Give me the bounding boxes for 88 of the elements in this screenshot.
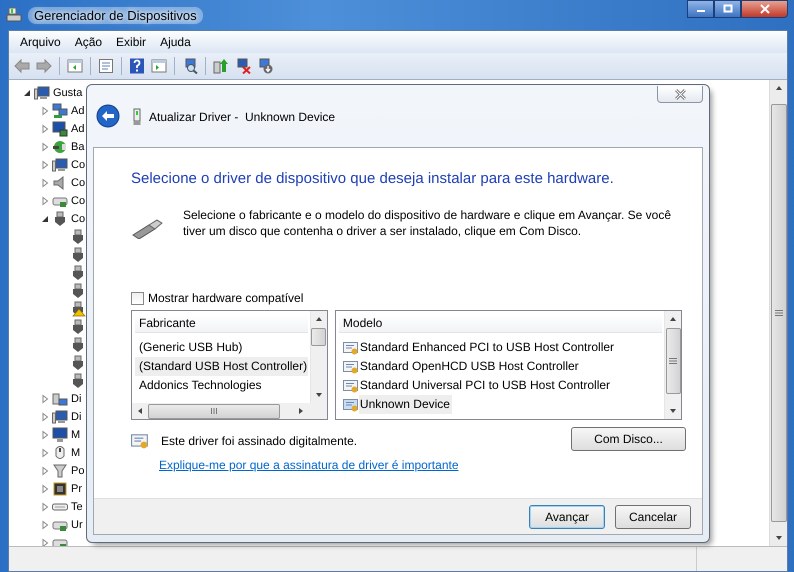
usb-plug-icon bbox=[70, 373, 86, 389]
usb-plug-icon bbox=[70, 265, 86, 281]
tree-item[interactable]: Co bbox=[71, 177, 86, 189]
list-item[interactable]: (Generic USB Hub) bbox=[135, 338, 308, 357]
port-icon bbox=[52, 463, 68, 479]
scroll-right-arrow-icon[interactable] bbox=[296, 407, 305, 415]
scroll-thumb[interactable] bbox=[311, 328, 326, 346]
certificate-icon bbox=[342, 378, 359, 394]
tree-item[interactable]: M bbox=[71, 429, 80, 441]
usb-warning-icon bbox=[70, 301, 86, 317]
computer-icon bbox=[52, 409, 68, 425]
certificate-icon bbox=[131, 432, 149, 450]
list-item[interactable]: Addonics Technologies bbox=[135, 376, 308, 395]
compatible-checkbox[interactable]: Mostrar hardware compatível bbox=[131, 291, 682, 305]
menu-item[interactable]: Exibir bbox=[109, 35, 154, 49]
list-item[interactable]: Unknown Device bbox=[358, 395, 452, 414]
scroll-up-arrow-icon[interactable] bbox=[774, 84, 782, 92]
heading: Selecione o driver de dispositivo que deseja instalar para este hardware. bbox=[131, 170, 615, 187]
scroll-up-arrow-icon[interactable] bbox=[669, 315, 677, 323]
back-button[interactable] bbox=[95, 104, 121, 130]
signature-status: Este driver foi assinado digitalmente. bbox=[161, 434, 358, 448]
maximize-icon bbox=[722, 4, 732, 14]
usb-cable-icon bbox=[131, 219, 163, 239]
close-icon bbox=[674, 88, 686, 100]
usb-plug-icon bbox=[70, 283, 86, 299]
network-adapter-icon bbox=[52, 103, 68, 119]
scroll-down-arrow-icon[interactable] bbox=[314, 391, 323, 399]
tree-item[interactable]: Pr bbox=[71, 483, 82, 495]
dialog-button[interactable]: Cancelar bbox=[615, 504, 691, 528]
scroll-left-arrow-icon[interactable] bbox=[136, 407, 144, 415]
tree-item[interactable]: Gusta bbox=[53, 87, 82, 99]
scroll-thumb[interactable] bbox=[770, 104, 786, 522]
scroll-up-arrow-icon[interactable] bbox=[314, 315, 323, 323]
tree-item[interactable]: Co bbox=[71, 213, 86, 225]
computer-icon bbox=[34, 85, 50, 101]
chip-icon bbox=[52, 481, 68, 497]
signature-link[interactable]: Explique-me por que a assinatura de driver é importante bbox=[159, 458, 458, 472]
maximize-button[interactable] bbox=[714, 0, 741, 18]
tree-item[interactable]: Co bbox=[71, 195, 86, 207]
description: Selecione o fabricante e o modelo do dispositivo de hardware e clique em Avançar. Se você tiver um disco que contenha o driver a ser instalado, clique em Com Disco. bbox=[182, 207, 672, 239]
scroll-thumb[interactable] bbox=[666, 328, 680, 394]
tree-item[interactable]: Te bbox=[71, 501, 83, 513]
dialog-button[interactable]: Avançar bbox=[529, 504, 605, 528]
certificate-icon bbox=[342, 396, 359, 412]
close-button[interactable] bbox=[657, 86, 703, 103]
tree-item[interactable]: Di bbox=[71, 393, 82, 405]
close-button[interactable] bbox=[741, 0, 788, 18]
scroll-down-arrow-icon[interactable] bbox=[774, 534, 782, 542]
minimize-button[interactable] bbox=[687, 0, 714, 18]
tree-item[interactable]: Po bbox=[71, 465, 84, 477]
list-item[interactable]: Standard Enhanced PCI to USB Host Controller bbox=[358, 338, 616, 357]
grip-icon bbox=[669, 357, 677, 365]
usb-plug-icon bbox=[70, 355, 86, 371]
drive-icon bbox=[52, 391, 68, 407]
usb-plug-icon bbox=[70, 247, 86, 263]
certificate-icon bbox=[342, 358, 359, 374]
usb-plug-icon bbox=[52, 211, 68, 227]
list-item[interactable]: Standard Universal PCI to USB Host Controller bbox=[358, 376, 612, 395]
tree-item[interactable]: Ad bbox=[71, 123, 84, 135]
tree-item[interactable]: M bbox=[71, 447, 80, 459]
computer-icon bbox=[52, 157, 68, 173]
computer-icon bbox=[6, 7, 22, 23]
have-disk-button[interactable]: Com Disco... bbox=[571, 427, 686, 451]
certificate-icon bbox=[342, 340, 359, 356]
tree-item[interactable]: Ba bbox=[71, 141, 84, 153]
menu-item[interactable]: Arquivo bbox=[13, 35, 68, 49]
grip-icon bbox=[210, 407, 218, 415]
monitor-icon bbox=[52, 427, 68, 443]
list-item[interactable]: (Standard USB Host Controller) bbox=[135, 357, 308, 376]
battery-icon bbox=[52, 139, 68, 155]
usb-plug-icon bbox=[70, 337, 86, 353]
close-icon bbox=[760, 4, 770, 14]
scroll-down-arrow-icon[interactable] bbox=[669, 407, 677, 415]
scrollbar[interactable] bbox=[769, 80, 787, 546]
display-adapter-icon bbox=[52, 121, 68, 137]
tree-item[interactable]: Di bbox=[71, 411, 82, 423]
list-item[interactable]: Standard OpenHCD USB Host Controller bbox=[358, 357, 581, 376]
dialog-title: Atualizar Driver - Unknown Device bbox=[149, 110, 336, 124]
tree-item[interactable]: Ad bbox=[71, 105, 84, 117]
tree-item[interactable]: Co bbox=[71, 159, 86, 171]
menu-item[interactable]: Ação bbox=[68, 35, 110, 49]
usb-plug-icon bbox=[70, 319, 86, 335]
scroll-thumb[interactable] bbox=[148, 404, 280, 418]
tree-item[interactable]: Ur bbox=[71, 519, 83, 531]
grip-icon bbox=[774, 309, 782, 317]
usb-plug-icon bbox=[70, 229, 86, 245]
usb-device-icon bbox=[133, 108, 141, 126]
menu-item[interactable]: Ajuda bbox=[153, 35, 198, 49]
